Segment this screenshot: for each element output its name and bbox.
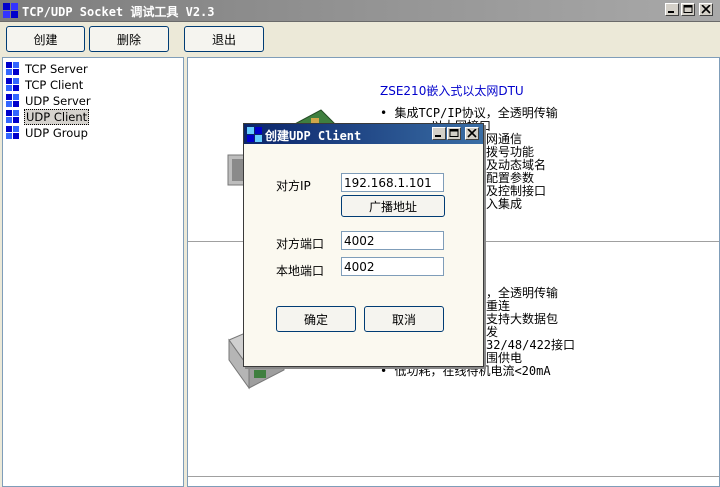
tree-item-label: TCP Client xyxy=(25,77,84,92)
toolbar: 创建 删除 退出 xyxy=(0,22,720,56)
close-icon xyxy=(701,5,711,14)
window-title: TCP/UDP Socket 调试工具 V2.3 xyxy=(22,5,215,19)
maximize-icon xyxy=(449,129,459,137)
product-title: ZSE210嵌入式以太网DTU xyxy=(380,84,524,98)
local-port-input[interactable] xyxy=(341,257,444,276)
tree-item-tcp-server[interactable]: TCP Server xyxy=(6,61,89,76)
remote-ip-input[interactable] xyxy=(341,173,444,192)
node-icon xyxy=(6,61,19,75)
section-divider xyxy=(188,476,719,477)
tree-item-udp-group[interactable]: UDP Group xyxy=(6,125,89,140)
dialog-close-button[interactable] xyxy=(465,127,479,140)
remote-ip-label: 对方IP xyxy=(276,179,311,193)
maximize-button[interactable] xyxy=(681,3,695,16)
node-icon xyxy=(6,77,19,91)
node-icon xyxy=(6,93,19,107)
dialog-title-bar[interactable]: 创建UDP Client xyxy=(244,124,483,144)
local-port-label: 本地端口 xyxy=(276,264,325,278)
close-button[interactable] xyxy=(699,3,713,16)
create-button[interactable]: 创建 xyxy=(6,26,85,52)
tree-item-label: TCP Server xyxy=(25,61,88,76)
minimize-icon xyxy=(668,11,674,13)
delete-button[interactable]: 删除 xyxy=(89,26,169,52)
create-udp-client-dialog: 创建UDP Client 对方IP 广播地址 对方端口 本地端口 确定 取消 xyxy=(243,123,484,367)
close-icon xyxy=(467,129,477,138)
connection-tree[interactable]: TCP Server TCP Client UDP Server UDP Cli… xyxy=(2,57,184,487)
node-icon xyxy=(6,125,19,139)
tree-item-label: UDP Client xyxy=(24,108,90,125)
remote-port-input[interactable] xyxy=(341,231,444,250)
maximize-icon xyxy=(683,5,693,13)
exit-button[interactable]: 退出 xyxy=(184,26,264,52)
dialog-minimize-button[interactable] xyxy=(432,127,446,140)
tree-item-udp-server[interactable]: UDP Server xyxy=(6,93,92,108)
ok-button[interactable]: 确定 xyxy=(276,306,356,332)
node-icon xyxy=(6,109,19,123)
tree-item-tcp-client[interactable]: TCP Client xyxy=(6,77,84,92)
main-title-bar[interactable]: TCP/UDP Socket 调试工具 V2.3 xyxy=(0,0,720,22)
feature-text: 入集成 xyxy=(486,197,523,211)
minimize-button[interactable] xyxy=(665,3,679,16)
minimize-icon xyxy=(435,135,441,137)
tree-item-udp-client[interactable]: UDP Client xyxy=(6,108,90,125)
dialog-title: 创建UDP Client xyxy=(265,129,362,143)
app-icon xyxy=(3,3,18,18)
app-icon xyxy=(247,127,262,142)
broadcast-address-button[interactable]: 广播地址 xyxy=(341,195,445,217)
cancel-button[interactable]: 取消 xyxy=(364,306,444,332)
dialog-maximize-button[interactable] xyxy=(447,127,461,140)
tree-item-label: UDP Server xyxy=(25,93,91,108)
tree-item-label: UDP Group xyxy=(25,125,88,140)
remote-port-label: 对方端口 xyxy=(276,237,325,251)
